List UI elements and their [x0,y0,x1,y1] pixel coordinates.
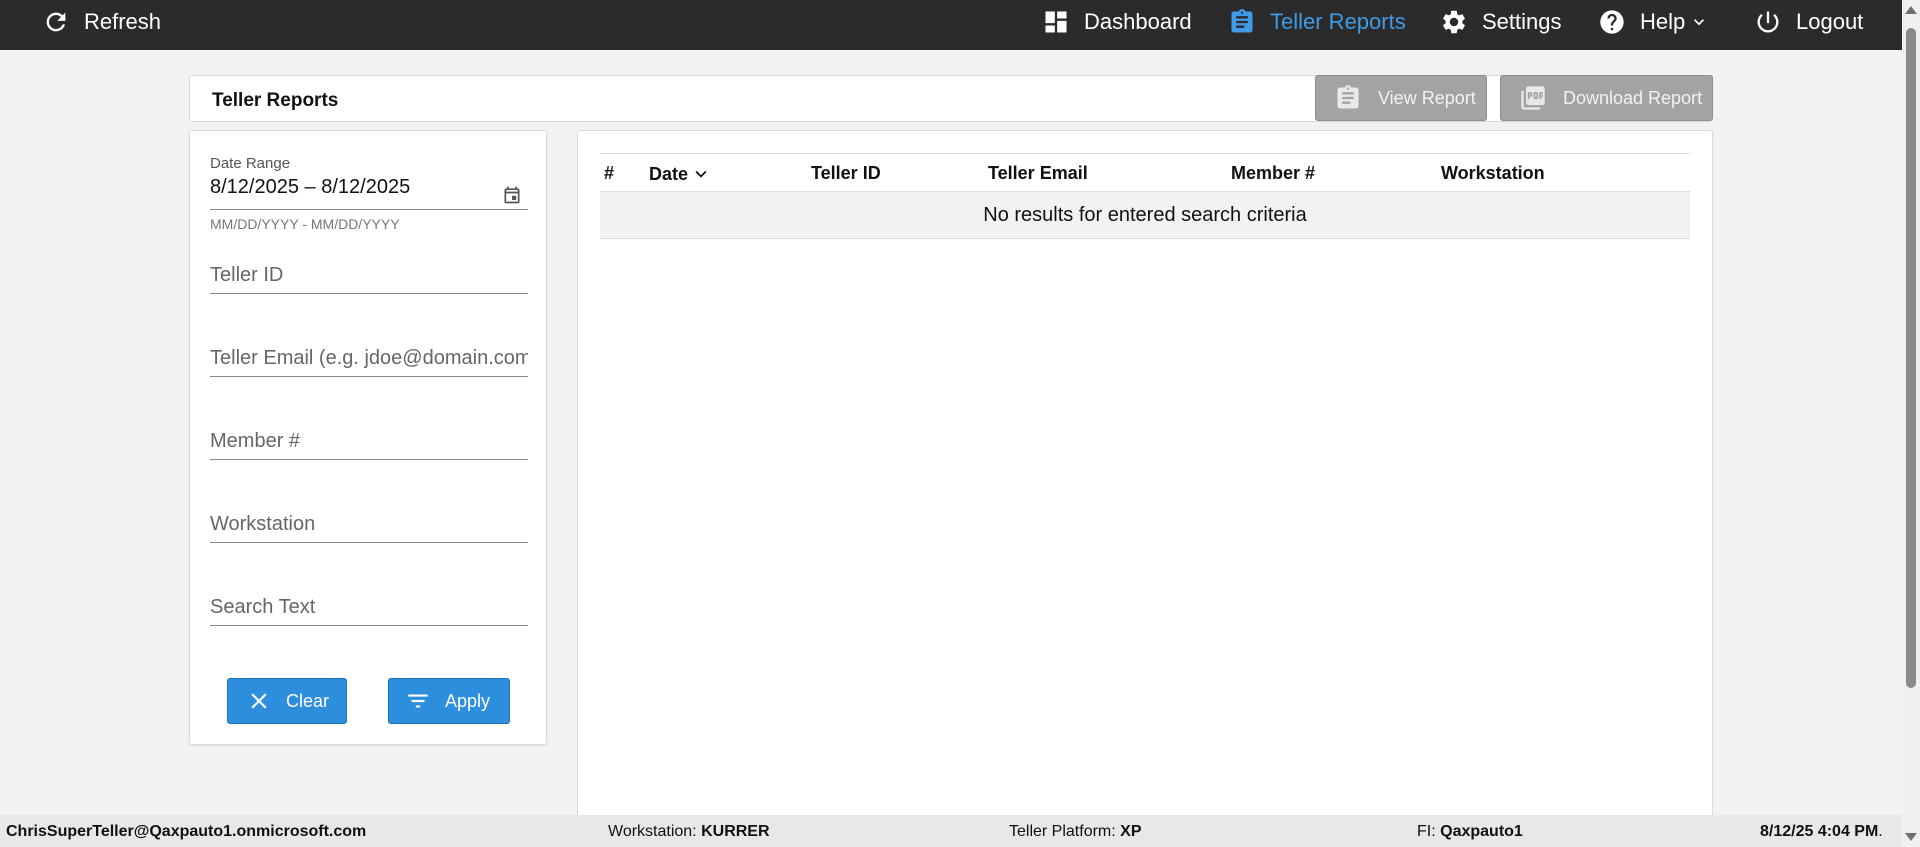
pdf-icon [1521,86,1545,110]
search-text-field [210,596,528,626]
member-number-field [210,430,528,460]
clear-button[interactable]: Clear [227,678,347,724]
chevron-down-icon [1694,19,1705,26]
date-range-hint: MM/DD/YYYY - MM/DD/YYYY [210,216,400,232]
date-range-value: 8/12/2025 – 8/12/2025 [210,176,411,198]
dashboard-icon [1045,11,1067,33]
close-icon [251,693,267,709]
nav-logout[interactable]: Logout [1754,0,1863,44]
nav-teller-reports-label: Teller Reports [1270,9,1406,34]
member-number-input[interactable] [210,430,528,459]
teller-email-field [210,347,528,377]
results-table: # Date Teller ID Teller Email Member # W… [600,153,1690,239]
scroll-up-arrow-icon[interactable] [1905,6,1917,14]
column-header-workstation[interactable]: Workstation [1441,163,1545,184]
top-nav-bar: Refresh Dashboard Teller Reports Setting… [0,0,1902,50]
date-range-field[interactable]: Date Range 8/12/2025 – 8/12/2025 [210,155,528,210]
status-user: ChrisSuperTeller@Qaxpauto1.onmicrosoft.c… [6,823,367,840]
filter-panel: Date Range 8/12/2025 – 8/12/2025 MM/DD/Y… [189,130,547,745]
nav-help[interactable]: Help [1598,0,1709,44]
teller-id-input[interactable] [210,264,528,293]
nav-settings[interactable]: Settings [1440,0,1562,44]
status-bar: ChrisSuperTeller@Qaxpauto1.onmicrosoft.c… [0,815,1902,847]
column-header-teller-id[interactable]: Teller ID [811,163,881,184]
refresh-icon [46,12,66,32]
download-report-label: Download Report [1563,87,1703,108]
column-header-teller-email[interactable]: Teller Email [988,163,1088,184]
view-report-button[interactable]: View Report [1315,75,1487,121]
download-report-button[interactable]: Download Report [1500,75,1713,121]
column-header-number[interactable]: # [604,163,614,184]
results-panel: # Date Teller ID Teller Email Member # W… [577,130,1713,820]
date-range-label: Date Range [210,155,291,172]
power-icon [1757,11,1779,33]
empty-results-row: No results for entered search criteria [600,191,1690,239]
column-header-date[interactable]: Date [649,163,712,185]
refresh-label: Refresh [84,9,162,34]
nav-dashboard-label: Dashboard [1084,9,1192,34]
teller-email-input[interactable] [210,347,528,376]
nav-logout-label: Logout [1796,9,1864,34]
scroll-thumb[interactable] [1906,28,1916,688]
workstation-field [210,513,528,543]
nav-help-label: Help [1640,9,1686,34]
search-text-input[interactable] [210,596,528,625]
page-title: Teller Reports [212,90,339,111]
page-header: Teller Reports View Report Download Repo… [189,75,1713,122]
clipboard-icon [1337,85,1359,109]
apply-button[interactable]: Apply [388,678,510,724]
status-workstation: Workstation: KURRER [608,823,770,840]
nav-dashboard[interactable]: Dashboard [1042,0,1192,44]
view-report-label: View Report [1378,87,1476,108]
nav-settings-label: Settings [1482,9,1562,34]
page-scrollbar[interactable] [1902,0,1920,847]
scroll-down-arrow-icon[interactable] [1905,833,1917,841]
clear-label: Clear [286,690,330,711]
calendar-icon[interactable] [502,185,522,205]
status-datetime: 8/12/25 4:04 PM. [1760,823,1883,840]
apply-label: Apply [445,690,491,711]
sort-chevron-down-icon [695,170,707,178]
nav-teller-reports[interactable]: Teller Reports [1228,0,1406,44]
clipboard-icon [1231,9,1253,33]
teller-id-field [210,264,528,294]
filter-icon [408,694,428,708]
help-icon [1600,10,1624,34]
gear-icon [1443,10,1465,34]
status-platform: Teller Platform: XP [1009,823,1142,840]
table-header: # Date Teller ID Teller Email Member # W… [600,153,1690,191]
status-fi: FI: Qaxpauto1 [1417,823,1523,840]
column-header-member-number[interactable]: Member # [1231,163,1315,184]
workstation-input[interactable] [210,513,528,542]
empty-results-message: No results for entered search criteria [983,203,1307,226]
refresh-button[interactable]: Refresh [42,0,161,44]
